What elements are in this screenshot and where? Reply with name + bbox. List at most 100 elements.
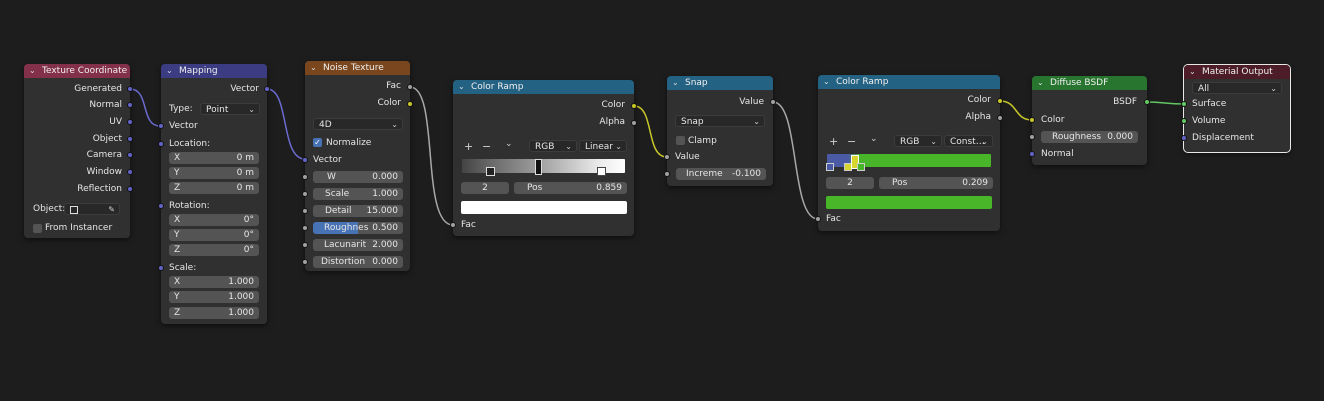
socket-rotation[interactable]	[158, 203, 164, 209]
roughness-field[interactable]: Roughnes 0.500	[313, 222, 403, 234]
socket-scale[interactable]	[158, 265, 164, 271]
type-dropdown[interactable]: Point ⌄	[200, 103, 260, 115]
roughness-field[interactable]: Roughness 0.000	[1041, 131, 1138, 143]
socket-normal[interactable]	[127, 102, 133, 108]
socket-value-out[interactable]	[770, 99, 776, 105]
node-color-ramp-1[interactable]: ⌄ Color Ramp Color Alpha + − ⌄ RGB ⌄ Lin…	[450, 80, 637, 236]
increment-field[interactable]: Increme -0.100	[676, 168, 766, 180]
eyedropper-icon[interactable]: ✎	[108, 204, 115, 214]
normalize-checkbox[interactable]: ✓	[313, 138, 322, 147]
socket-object[interactable]	[127, 136, 133, 142]
node-header[interactable]: ⌄ Mapping	[161, 64, 267, 78]
remove-stop-button[interactable]: −	[847, 135, 856, 148]
target-dropdown[interactable]: All ⌄	[1192, 82, 1282, 94]
socket-camera[interactable]	[127, 152, 133, 158]
socket-w[interactable]	[302, 174, 308, 180]
stop-index-field[interactable]: 2	[461, 182, 509, 194]
chevron-down-icon[interactable]: ⌄	[1037, 76, 1044, 90]
socket-reflection[interactable]	[127, 186, 133, 192]
node-header[interactable]: ⌄ Diffuse BSDF	[1032, 76, 1147, 90]
color-stop-handle[interactable]	[597, 167, 606, 176]
node-header[interactable]: ⌄ Noise Texture	[305, 61, 410, 75]
socket-roughness[interactable]	[1029, 134, 1035, 140]
node-texture-coordinate[interactable]: ⌄ Texture Coordinate Generated Normal UV…	[24, 64, 133, 238]
add-stop-button[interactable]: +	[464, 140, 473, 153]
node-material-output[interactable]: ⌄ Material Output All ⌄ Surface Volume D…	[1181, 64, 1291, 153]
scale-x-field[interactable]: X 1.000	[169, 276, 259, 288]
node-color-ramp-2[interactable]: ⌄ Color Ramp Color Alpha + − ⌄ RGB ⌄ Con…	[815, 75, 1003, 231]
interpolation-dropdown[interactable]: Const… ⌄	[944, 135, 993, 147]
node-snap[interactable]: ⌄ Snap Value Snap ⌄ Clamp Value Increme -…	[664, 76, 776, 186]
node-header[interactable]: ⌄ Snap	[667, 76, 773, 90]
chevron-down-icon[interactable]: ⌄	[672, 76, 679, 90]
socket-lacunarity[interactable]	[302, 242, 308, 248]
chevron-down-icon[interactable]: ⌄	[505, 139, 513, 149]
node-header[interactable]: ⌄ Material Output	[1184, 65, 1290, 79]
object-picker[interactable]: ✎	[64, 203, 120, 215]
socket-bsdf-out[interactable]	[1144, 99, 1150, 105]
socket-uv[interactable]	[127, 119, 133, 125]
socket-color[interactable]	[631, 103, 637, 109]
socket-fac-in[interactable]	[815, 216, 821, 222]
pos-field[interactable]: Pos 0.209	[879, 177, 993, 189]
distortion-field[interactable]: Distortion 0.000	[313, 256, 403, 268]
color-stop-handle[interactable]	[486, 167, 495, 176]
socket-location[interactable]	[158, 141, 164, 147]
color-stop-handle[interactable]	[826, 163, 834, 171]
pos-field[interactable]: Pos 0.859	[514, 182, 627, 194]
socket-displacement[interactable]	[1181, 135, 1187, 141]
chevron-down-icon[interactable]: ⌄	[870, 134, 878, 144]
location-x-field[interactable]: X 0 m	[169, 152, 259, 164]
color-mode-dropdown[interactable]: RGB ⌄	[894, 135, 942, 147]
socket-detail[interactable]	[302, 208, 308, 214]
color-stop-handle[interactable]	[857, 163, 865, 171]
rotation-x-field[interactable]: X 0°	[169, 214, 259, 226]
remove-stop-button[interactable]: −	[482, 140, 491, 153]
location-y-field[interactable]: Y 0 m	[169, 167, 259, 179]
color-stop-handle-active[interactable]	[535, 159, 542, 175]
scale-y-field[interactable]: Y 1.000	[169, 291, 259, 303]
socket-vector-out[interactable]	[264, 86, 270, 92]
socket-increment[interactable]	[664, 171, 670, 177]
socket-fac[interactable]	[407, 84, 413, 90]
scale-z-field[interactable]: Z 1.000	[169, 307, 259, 319]
stop-index-field[interactable]: 2	[826, 177, 874, 189]
w-field[interactable]: W 0.000	[313, 171, 403, 183]
scale-field[interactable]: Scale 1.000	[313, 188, 403, 200]
from-instancer-checkbox[interactable]	[33, 224, 42, 233]
chevron-down-icon[interactable]: ⌄	[166, 64, 173, 78]
location-z-field[interactable]: Z 0 m	[169, 182, 259, 194]
socket-alpha[interactable]	[631, 120, 637, 126]
chevron-down-icon[interactable]: ⌄	[458, 80, 465, 94]
color-mode-dropdown[interactable]: RGB ⌄	[529, 140, 577, 152]
clamp-checkbox[interactable]	[676, 136, 685, 145]
socket-value-in[interactable]	[664, 154, 670, 160]
node-diffuse-bsdf[interactable]: ⌄ Diffuse BSDF BSDF Color Roughness 0.000…	[1029, 76, 1150, 165]
node-header[interactable]: ⌄ Texture Coordinate	[24, 64, 130, 78]
chevron-down-icon[interactable]: ⌄	[29, 64, 36, 78]
socket-alpha[interactable]	[997, 115, 1003, 121]
socket-vector-in[interactable]	[302, 157, 308, 163]
socket-window[interactable]	[127, 169, 133, 175]
rotation-z-field[interactable]: Z 0°	[169, 244, 259, 256]
socket-distortion[interactable]	[302, 259, 308, 265]
chevron-down-icon[interactable]: ⌄	[1189, 65, 1196, 79]
socket-color[interactable]	[997, 98, 1003, 104]
node-mapping[interactable]: ⌄ Mapping Vector Type: Point ⌄ Vector Lo…	[158, 64, 270, 324]
chevron-down-icon[interactable]: ⌄	[310, 61, 317, 75]
chevron-down-icon[interactable]: ⌄	[823, 75, 830, 89]
node-header[interactable]: ⌄ Color Ramp	[453, 80, 634, 94]
socket-generated[interactable]	[127, 86, 133, 92]
socket-volume[interactable]	[1181, 118, 1187, 124]
dimensions-dropdown[interactable]: 4D ⌄	[313, 118, 403, 130]
socket-fac-in[interactable]	[450, 222, 456, 228]
socket-surface[interactable]	[1181, 101, 1187, 107]
socket-color-in[interactable]	[1029, 117, 1035, 123]
node-noise-texture[interactable]: ⌄ Noise Texture Fac Color 4D ⌄ ✓ Normali…	[302, 61, 413, 271]
stop-color-swatch[interactable]	[461, 201, 627, 214]
socket-vector-in[interactable]	[158, 123, 164, 129]
add-stop-button[interactable]: +	[829, 135, 838, 148]
rotation-y-field[interactable]: Y 0°	[169, 229, 259, 241]
socket-normal[interactable]	[1029, 151, 1035, 157]
socket-color[interactable]	[407, 101, 413, 107]
